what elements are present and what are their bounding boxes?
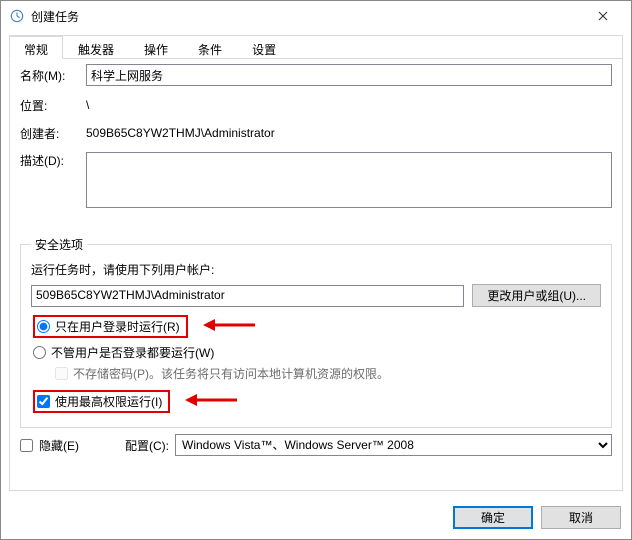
tab-general[interactable]: 常规	[9, 36, 63, 59]
checkbox-hidden[interactable]	[20, 439, 33, 452]
security-legend: 安全选项	[31, 236, 87, 253]
checkbox-highest-privileges[interactable]	[37, 395, 50, 408]
security-options-group: 安全选项 运行任务时，请使用下列用户帐户: 509B65C8YW2THMJ\Ad…	[20, 236, 612, 428]
tab-strip: 常规 触发器 操作 条件 设置	[9, 35, 623, 59]
create-task-dialog: 创建任务 常规 触发器 操作 条件 设置 名称(M): 位置: \ 创建者: 5…	[0, 0, 632, 540]
no-store-password-label: 不存储密码(P)。该任务将只有访问本地计算机资源的权限。	[73, 365, 389, 382]
name-label: 名称(M):	[20, 67, 86, 84]
author-label: 创建者:	[20, 125, 86, 142]
highest-privileges-label: 使用最高权限运行(I)	[55, 393, 162, 410]
security-prompt: 运行任务时，请使用下列用户帐户:	[31, 261, 601, 278]
tab-settings[interactable]: 设置	[237, 36, 291, 59]
tab-triggers[interactable]: 触发器	[63, 36, 129, 59]
cancel-button[interactable]: 取消	[541, 506, 621, 529]
change-user-button[interactable]: 更改用户或组(U)...	[472, 284, 601, 307]
radio-run-any[interactable]	[33, 346, 46, 359]
highlight-highest-priv: 使用最高权限运行(I)	[33, 390, 170, 413]
description-input[interactable]	[86, 152, 612, 208]
hidden-label: 隐藏(E)	[39, 437, 79, 454]
description-label: 描述(D):	[20, 152, 86, 169]
location-value: \	[86, 96, 89, 114]
dialog-buttons: 确定 取消	[453, 506, 621, 529]
window-title: 创建任务	[31, 8, 583, 25]
name-input[interactable]	[86, 64, 612, 86]
titlebar: 创建任务	[1, 1, 631, 31]
ok-button[interactable]: 确定	[453, 506, 533, 529]
task-scheduler-icon	[9, 8, 25, 24]
annotation-arrow-icon	[203, 318, 255, 335]
configure-for-label: 配置(C):	[125, 437, 169, 454]
tabpanel-general: 名称(M): 位置: \ 创建者: 509B65C8YW2THMJ\Admini…	[20, 64, 612, 482]
run-as-user: 509B65C8YW2THMJ\Administrator	[31, 285, 464, 307]
radio-run-any-label: 不管用户是否登录都要运行(W)	[51, 344, 214, 361]
tab-conditions[interactable]: 条件	[183, 36, 237, 59]
radio-run-logged-on-label: 只在用户登录时运行(R)	[55, 318, 180, 335]
close-button[interactable]	[583, 2, 623, 30]
location-label: 位置:	[20, 97, 86, 114]
configure-for-select[interactable]: Windows Vista™、Windows Server™ 2008	[175, 434, 612, 456]
dialog-content: 常规 触发器 操作 条件 设置 名称(M): 位置: \ 创建者: 509B65…	[9, 35, 623, 491]
tab-actions[interactable]: 操作	[129, 36, 183, 59]
highlight-run-logged-on: 只在用户登录时运行(R)	[33, 315, 188, 338]
annotation-arrow-icon	[185, 393, 237, 410]
radio-run-logged-on[interactable]	[37, 320, 50, 333]
checkbox-no-store-password	[55, 367, 68, 380]
author-value: 509B65C8YW2THMJ\Administrator	[86, 124, 275, 142]
